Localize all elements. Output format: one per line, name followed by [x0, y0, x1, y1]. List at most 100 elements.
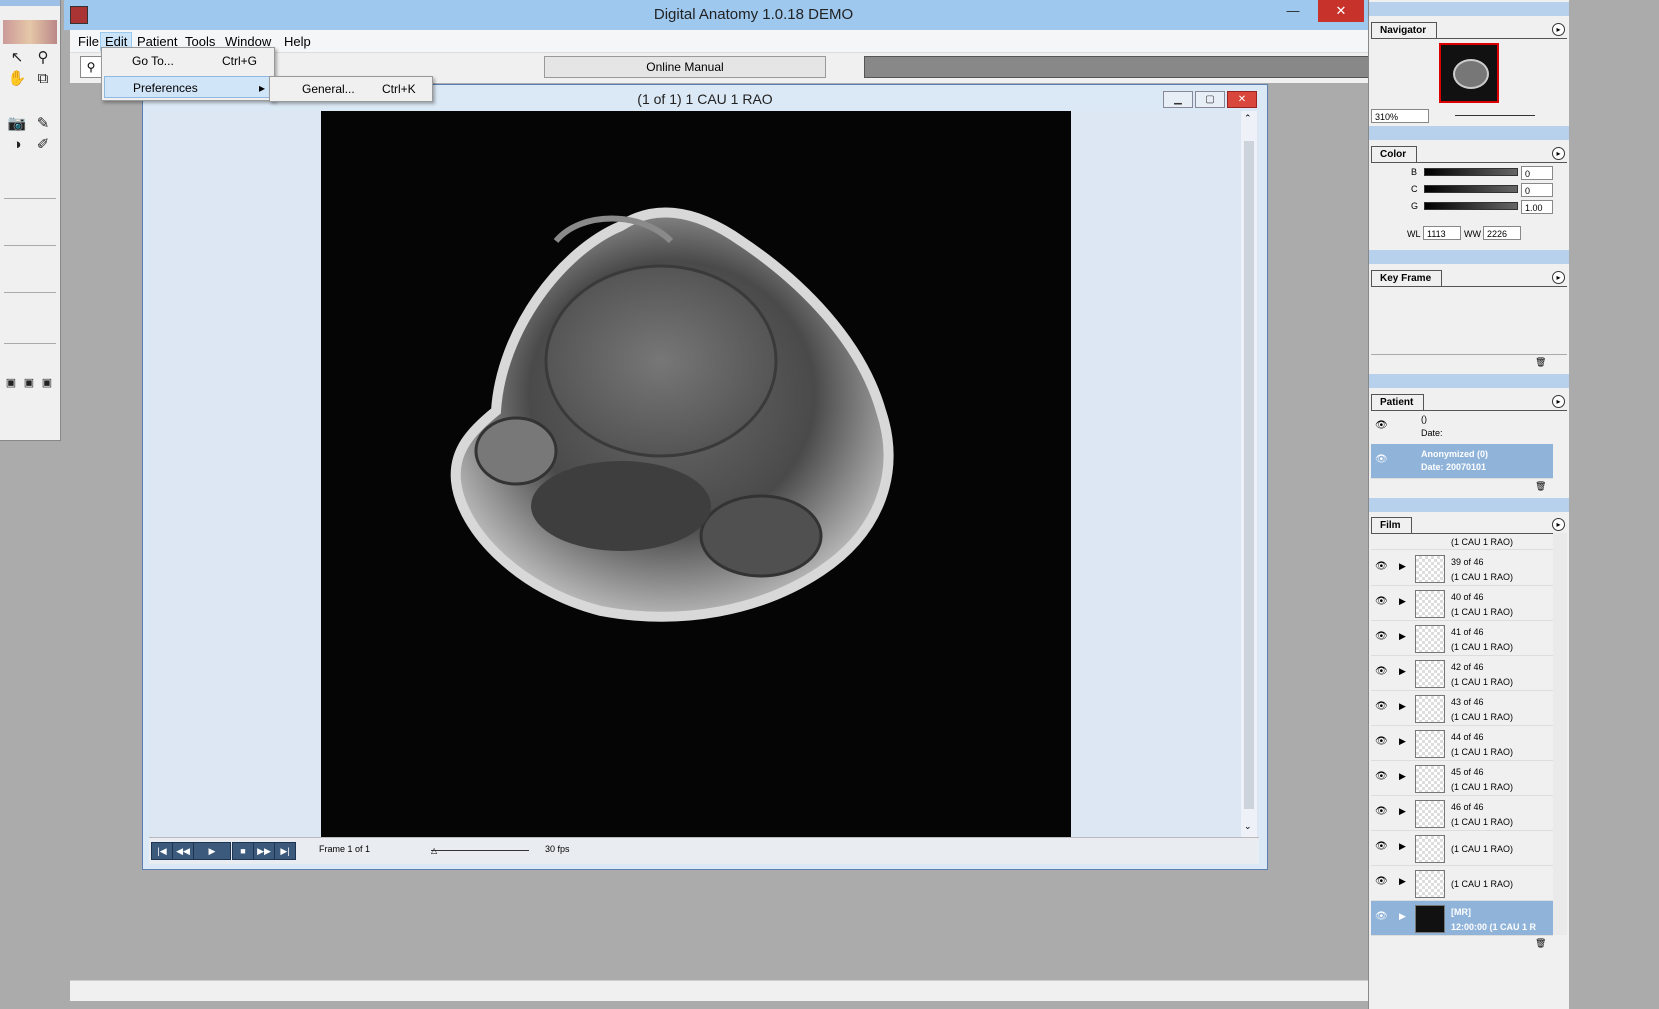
play-icon[interactable]: ▶	[1399, 631, 1406, 642]
online-manual-button[interactable]: Online Manual	[544, 56, 826, 78]
film-row-selected[interactable]: 👁 ▶ [MR] 12:00:00 (1 CAU 1 R	[1371, 901, 1553, 936]
stop-button[interactable]: ■	[232, 842, 254, 860]
fps-slider-thumb-icon[interactable]: △	[431, 846, 437, 855]
eyedropper-icon[interactable]: ✐	[31, 134, 55, 156]
trash-icon[interactable]: 🗑	[1535, 481, 1546, 492]
play-icon[interactable]: ▶	[1399, 806, 1406, 817]
search-icon[interactable]: ⚲	[80, 56, 102, 78]
tool-palette-titlebar[interactable]	[0, 0, 60, 6]
eye-icon[interactable]: 👁	[1375, 666, 1388, 677]
navigator-tab-label[interactable]: Navigator	[1371, 22, 1438, 38]
copy-layers-icon[interactable]: ⧉	[31, 68, 55, 90]
color-tab-label[interactable]: Color	[1371, 146, 1418, 162]
film-panel-header[interactable]	[1369, 498, 1569, 512]
panel-menu-icon[interactable]: ▸	[1552, 518, 1565, 531]
menu-item-general[interactable]: General... Ctrl+K	[272, 78, 430, 100]
eye-icon[interactable]: 👁	[1375, 561, 1388, 572]
film-row[interactable]: 👁 ▶ 45 of 46 (1 CAU 1 RAO)	[1371, 761, 1553, 796]
patient-panel-header[interactable]	[1369, 374, 1569, 388]
child-maximize-button[interactable]: ▢	[1195, 91, 1225, 108]
film-row[interactable]: 👁 ▶ (1 CAU 1 RAO)	[1371, 831, 1553, 866]
title-bar[interactable]: Digital Anatomy 1.0.18 DEMO — ☐ ✕	[64, 0, 1443, 30]
layout-1-icon[interactable]: ▣	[2, 372, 20, 394]
play-icon[interactable]: ▶	[1399, 736, 1406, 747]
zoom-field[interactable]: 310%	[1371, 109, 1429, 123]
image-viewport[interactable]	[149, 111, 1259, 837]
contrast-slider[interactable]	[1424, 185, 1518, 193]
scroll-thumb[interactable]	[1244, 141, 1254, 809]
film-row[interactable]: 👁 ▶ 39 of 46 (1 CAU 1 RAO)	[1371, 551, 1553, 586]
film-row-partial[interactable]: (1 CAU 1 RAO)	[1371, 533, 1553, 550]
film-row[interactable]: 👁 ▶ 40 of 46 (1 CAU 1 RAO)	[1371, 586, 1553, 621]
trash-icon[interactable]: 🗑	[1535, 357, 1546, 368]
patient-row[interactable]: 👁 Anonymized (0) Date: 20070101	[1371, 444, 1553, 479]
film-row[interactable]: 👁 ▶ 43 of 46 (1 CAU 1 RAO)	[1371, 691, 1553, 726]
scroll-down-icon[interactable]: ⌄	[1244, 821, 1252, 832]
film-tab-label[interactable]: Film	[1371, 517, 1412, 533]
brightness-slider[interactable]	[1424, 168, 1518, 176]
panel-menu-icon[interactable]: ▸	[1552, 271, 1565, 284]
menu-item-goto[interactable]: Go To... Ctrl+G	[104, 50, 272, 72]
ww-field[interactable]: 2226	[1483, 226, 1521, 240]
eye-icon[interactable]: 👁	[1375, 420, 1388, 431]
film-thumbnail[interactable]	[1415, 800, 1445, 828]
keyframe-list[interactable]	[1371, 288, 1567, 355]
navigator-thumbnail[interactable]	[1439, 43, 1499, 103]
eye-icon[interactable]: 👁	[1375, 596, 1388, 607]
eye-icon[interactable]: 👁	[1375, 631, 1388, 642]
camera-icon[interactable]: 📷	[5, 113, 29, 135]
eye-icon[interactable]: 👁	[1375, 701, 1388, 712]
film-thumbnail[interactable]	[1415, 835, 1445, 863]
eye-icon[interactable]: 👁	[1375, 876, 1388, 887]
contrast-icon[interactable]: ◑	[5, 134, 29, 156]
play-icon[interactable]: ▶	[1399, 841, 1406, 852]
panel-menu-icon[interactable]: ▸	[1552, 23, 1565, 36]
menu-item-preferences[interactable]: Preferences ▸	[104, 76, 272, 98]
play-icon[interactable]: ▶	[1399, 876, 1406, 887]
eye-icon[interactable]: 👁	[1375, 841, 1388, 852]
first-frame-button[interactable]: |◀	[151, 842, 173, 860]
menu-file[interactable]: File	[74, 33, 103, 50]
play-button[interactable]: ▶	[193, 842, 231, 860]
film-row[interactable]: 👁 ▶ 46 of 46 (1 CAU 1 RAO)	[1371, 796, 1553, 831]
play-icon[interactable]: ▶	[1399, 596, 1406, 607]
minimize-button[interactable]: —	[1276, 0, 1310, 22]
layout-2-icon[interactable]: ▣	[20, 372, 38, 394]
close-button[interactable]: ✕	[1318, 0, 1364, 22]
panel-menu-icon[interactable]: ▸	[1552, 395, 1565, 408]
child-minimize-button[interactable]: ▁	[1163, 91, 1193, 108]
keyframe-panel-header[interactable]	[1369, 250, 1569, 264]
eye-icon[interactable]: 👁	[1375, 454, 1388, 465]
eye-icon[interactable]: 👁	[1375, 771, 1388, 782]
keyframe-tab-label[interactable]: Key Frame	[1371, 270, 1443, 286]
select-arrow-icon[interactable]: ↖	[5, 47, 29, 69]
eye-icon[interactable]: 👁	[1375, 911, 1388, 922]
zoom-icon[interactable]: ⚲	[31, 47, 55, 69]
navigator-panel-header[interactable]	[1369, 2, 1569, 16]
panel-menu-icon[interactable]: ▸	[1552, 147, 1565, 160]
contrast-field[interactable]: 0	[1521, 183, 1553, 197]
film-row[interactable]: 👁 ▶ 41 of 46 (1 CAU 1 RAO)	[1371, 621, 1553, 656]
film-thumbnail[interactable]	[1415, 870, 1445, 898]
patient-row[interactable]: 👁 () Date:	[1371, 410, 1553, 445]
scroll-up-icon[interactable]: ⌃	[1244, 113, 1252, 124]
last-frame-button[interactable]: ▶|	[274, 842, 296, 860]
brightness-field[interactable]: 0	[1521, 166, 1553, 180]
film-row[interactable]: 👁 ▶ (1 CAU 1 RAO)	[1371, 866, 1553, 901]
gamma-field[interactable]: 1.00	[1521, 200, 1553, 214]
gamma-slider[interactable]	[1424, 202, 1518, 210]
menu-help[interactable]: Help	[280, 33, 315, 50]
play-icon[interactable]: ▶	[1399, 911, 1406, 922]
film-row[interactable]: 👁 ▶ 42 of 46 (1 CAU 1 RAO)	[1371, 656, 1553, 691]
film-thumbnail[interactable]	[1415, 905, 1445, 933]
zoom-slider[interactable]	[1455, 115, 1535, 116]
play-icon[interactable]: ▶	[1399, 666, 1406, 677]
mri-image[interactable]	[321, 111, 1071, 837]
film-thumbnail[interactable]	[1415, 660, 1445, 688]
fast-forward-button[interactable]: ▶▶	[253, 842, 275, 860]
film-thumbnail[interactable]	[1415, 730, 1445, 758]
eye-icon[interactable]: 👁	[1375, 806, 1388, 817]
fps-slider[interactable]	[431, 850, 529, 851]
film-thumbnail[interactable]	[1415, 765, 1445, 793]
eye-icon[interactable]: 👁	[1375, 736, 1388, 747]
